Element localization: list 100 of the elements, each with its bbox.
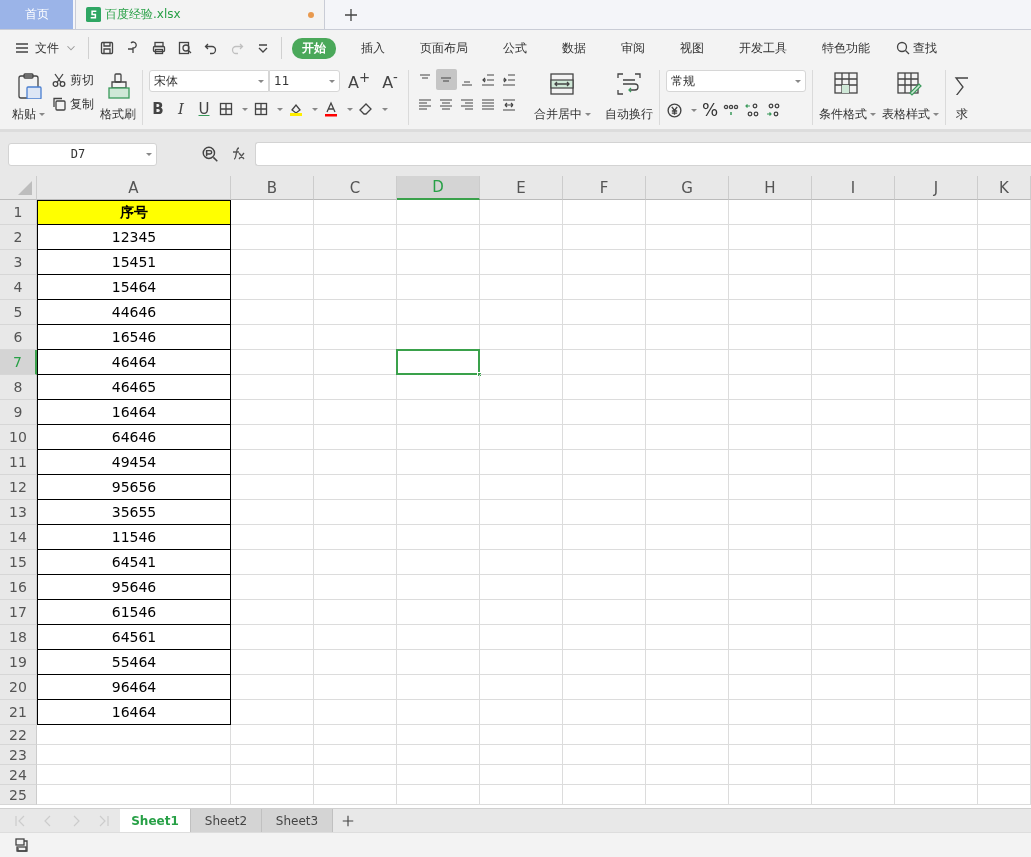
row-header[interactable]: 14 [0, 525, 37, 550]
print-icon[interactable] [151, 40, 167, 56]
column-header[interactable]: J [895, 176, 978, 200]
borders-icon[interactable] [218, 101, 234, 118]
row-header[interactable]: 1 [0, 200, 37, 225]
document-tab[interactable]: 百度经验.xlsx [75, 0, 325, 29]
row-header[interactable]: 9 [0, 400, 37, 425]
row-header[interactable]: 6 [0, 325, 37, 350]
font-name-field[interactable]: 宋体 [149, 70, 269, 93]
column-header[interactable]: G [646, 176, 729, 200]
row-header[interactable]: 25 [0, 785, 37, 805]
column-header[interactable]: F [563, 176, 646, 200]
column-header[interactable]: K [978, 176, 1031, 200]
merge-center-button[interactable]: 合并居中 [533, 68, 591, 122]
conditional-format-button[interactable]: 条件格式 [818, 68, 876, 122]
align-indent-icon[interactable] [501, 71, 518, 88]
row-header[interactable]: 13 [0, 500, 37, 525]
table-style-button[interactable]: 表格样式 [881, 68, 939, 122]
table-cell: 15464 [37, 275, 231, 300]
empty-cell [978, 475, 1031, 500]
row-header[interactable]: 3 [0, 250, 37, 275]
cut-button[interactable]: 剪切 [51, 72, 94, 88]
ribbon-tab[interactable]: 页面布局 [410, 37, 478, 59]
font-size-field[interactable]: 11 [269, 70, 340, 93]
empty-cell [978, 300, 1031, 325]
row-header[interactable]: 10 [0, 425, 37, 450]
ribbon-tab[interactable]: 视图 [670, 37, 714, 59]
row-header[interactable]: 2 [0, 225, 37, 250]
ribbon-tab[interactable]: 开发工具 [729, 37, 797, 59]
number-format-field[interactable]: 常规 [665, 70, 806, 92]
row-header[interactable]: 24 [0, 765, 37, 785]
preview-icon[interactable] [177, 40, 193, 56]
column-header[interactable]: B [231, 176, 314, 200]
column-header[interactable]: E [480, 176, 563, 200]
table-cell: 46465 [37, 375, 231, 400]
empty-cell [978, 675, 1031, 700]
row-header[interactable]: 18 [0, 625, 37, 650]
file-menu-button[interactable]: 文件 [14, 39, 78, 57]
ribbon-tab[interactable]: 特色功能 [812, 37, 880, 59]
bold-button[interactable]: B [149, 100, 167, 119]
underline-button[interactable]: U [195, 100, 213, 119]
thousands-separator-icon[interactable] [723, 102, 740, 118]
empty-cell [978, 400, 1031, 425]
empty-cell [978, 525, 1031, 550]
ribbon-tab[interactable]: 数据 [552, 37, 596, 59]
formula-input-field[interactable] [255, 142, 1031, 166]
row-header[interactable]: 22 [0, 725, 37, 745]
wrap-text-button[interactable]: 自动换行 [604, 68, 653, 122]
decrease-decimal-icon[interactable] [765, 102, 782, 118]
row-header[interactable]: 11 [0, 450, 37, 475]
active-cell[interactable] [396, 349, 480, 375]
row-header[interactable]: 23 [0, 745, 37, 765]
empty-cell [978, 275, 1031, 300]
ribbon-tab[interactable]: 公式 [493, 37, 537, 59]
percent-button[interactable]: % [701, 100, 719, 120]
increase-decimal-icon[interactable] [744, 102, 761, 118]
row-header[interactable]: 20 [0, 675, 37, 700]
currency-icon[interactable] [665, 101, 683, 119]
italic-button[interactable]: I [172, 100, 190, 119]
row-header[interactable]: 16 [0, 575, 37, 600]
eraser-icon[interactable] [358, 101, 374, 118]
copy-button[interactable]: 复制 [51, 96, 94, 112]
row-header[interactable]: 12 [0, 475, 37, 500]
sheet-tab[interactable]: Sheet2 [191, 809, 262, 832]
table-cell: 64541 [37, 550, 231, 575]
column-header[interactable]: H [729, 176, 812, 200]
empty-cell [978, 725, 1031, 745]
save-icon[interactable] [99, 40, 115, 56]
row-header[interactable]: 8 [0, 375, 37, 400]
name-box[interactable]: D7 [8, 142, 157, 166]
ribbon-tab[interactable]: 审阅 [611, 37, 655, 59]
row-header[interactable]: 4 [0, 275, 37, 300]
shrink-font-button[interactable]: A$^{-}$ [378, 70, 402, 93]
new-tab-icon[interactable] [343, 6, 359, 23]
add-sheet-icon[interactable] [341, 813, 355, 828]
column-header[interactable]: I [812, 176, 895, 200]
row-header[interactable]: 17 [0, 600, 37, 625]
format-painter-button[interactable]: 格式刷 [100, 68, 136, 122]
sheet-tab[interactable]: Sheet3 [262, 809, 333, 832]
sheet-tab[interactable]: Sheet1 [120, 809, 191, 832]
align-distribute-icon[interactable] [501, 96, 518, 113]
empty-cell [978, 450, 1031, 475]
layout-icon[interactable] [14, 837, 30, 853]
zoom-icon[interactable] [201, 145, 219, 163]
paste-button[interactable]: 粘贴 [12, 68, 45, 122]
table-cell: 96464 [37, 675, 231, 700]
ribbon-tab[interactable]: 插入 [351, 37, 395, 59]
row-header[interactable]: 5 [0, 300, 37, 325]
align-outdent-icon[interactable] [480, 71, 497, 88]
search-button[interactable]: 查找 [895, 39, 937, 57]
sum-button[interactable]: 求 [951, 68, 972, 122]
grow-font-button[interactable]: A$^{+}$ [344, 70, 375, 93]
empty-cell [978, 745, 1031, 765]
font-color-icon[interactable] [323, 101, 339, 118]
row-header[interactable]: 19 [0, 650, 37, 675]
row-header[interactable]: 15 [0, 550, 37, 575]
table-cell: 64646 [37, 425, 231, 450]
row-header[interactable]: 21 [0, 700, 37, 725]
table-cell: 11546 [37, 525, 231, 550]
menu-icon [14, 40, 30, 56]
